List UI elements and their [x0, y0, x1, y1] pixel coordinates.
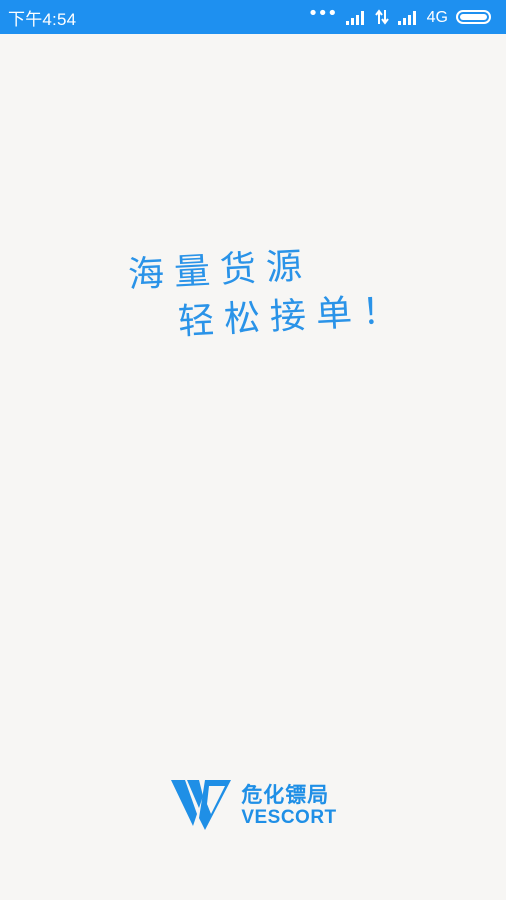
vescort-logo-icon [169, 774, 233, 836]
status-bar: 下午4:54 ••• 4G [0, 0, 506, 34]
brand-name-cn: 危化镖局 [241, 782, 330, 807]
network-type-label: 4G [426, 9, 448, 26]
signal-icon [345, 9, 367, 25]
brand-footer: 危化镖局 VESCORT [0, 770, 506, 840]
notification-dots: ••• [307, 3, 338, 24]
battery-icon [456, 9, 494, 25]
slogan-line-1: 海量货源 [127, 245, 314, 296]
brand-text: 危化镖局 VESCORT [241, 782, 336, 828]
brand-name-en: VESCORT [241, 807, 337, 828]
status-icons: ••• 4G [307, 3, 494, 26]
signal-icon [397, 9, 419, 25]
status-time: 下午4:54 [8, 9, 77, 29]
data-transfer-icon [374, 9, 389, 25]
slogan: 海量货源 轻松接单！ [0, 0, 506, 900]
slogan-line-2: 轻松接单！ [177, 289, 409, 343]
